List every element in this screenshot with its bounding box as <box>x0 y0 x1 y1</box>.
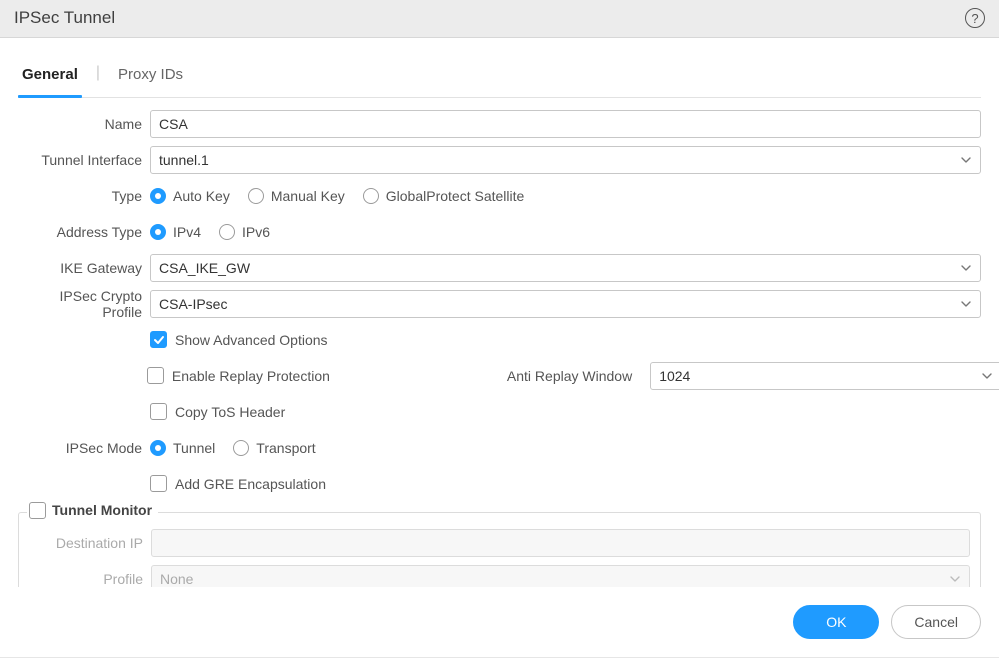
dialog-body: General | Proxy IDs Name CSA Tunnel Inte… <box>0 38 999 587</box>
tab-separator: | <box>96 64 100 88</box>
address-type-ipv6-label: IPv6 <box>242 224 270 240</box>
show-advanced-checkbox[interactable]: Show Advanced Options <box>150 331 328 348</box>
checkbox-box-icon <box>150 475 167 492</box>
ike-gateway-select[interactable]: CSA_IKE_GW <box>150 254 981 282</box>
copy-tos-header-label: Copy ToS Header <box>175 404 285 420</box>
chevron-down-icon <box>960 262 972 274</box>
tunnel-interface-label: Tunnel Interface <box>18 152 150 168</box>
address-type-ipv4-label: IPv4 <box>173 224 201 240</box>
name-label: Name <box>18 116 150 132</box>
enable-replay-protection-checkbox[interactable]: Enable Replay Protection <box>147 367 330 384</box>
ike-gateway-label: IKE Gateway <box>18 260 150 276</box>
ipsec-crypto-profile-label: IPSec Crypto Profile <box>18 288 150 320</box>
tunnel-monitor-fieldset: Tunnel Monitor Destination IP Profile No… <box>18 512 981 587</box>
destination-ip-label: Destination IP <box>19 535 151 551</box>
show-advanced-label: Show Advanced Options <box>175 332 328 348</box>
type-manual-key-radio[interactable]: Manual Key <box>248 188 345 204</box>
radio-dot-icon <box>150 224 166 240</box>
cancel-button[interactable]: Cancel <box>891 605 981 639</box>
chevron-down-icon <box>960 154 972 166</box>
radio-dot-icon <box>363 188 379 204</box>
ike-gateway-value: CSA_IKE_GW <box>159 260 250 276</box>
profile-value: None <box>160 571 193 587</box>
ok-button[interactable]: OK <box>793 605 879 639</box>
address-type-ipv4-radio[interactable]: IPv4 <box>150 224 201 240</box>
copy-tos-header-checkbox[interactable]: Copy ToS Header <box>150 403 285 420</box>
chevron-down-icon <box>960 298 972 310</box>
ipsec-mode-transport-radio[interactable]: Transport <box>233 440 315 456</box>
profile-select: None <box>151 565 970 587</box>
tunnel-interface-value: tunnel.1 <box>159 152 209 168</box>
ipsec-mode-tunnel-radio[interactable]: Tunnel <box>150 440 215 456</box>
checkbox-box-icon <box>150 403 167 420</box>
radio-dot-icon <box>219 224 235 240</box>
dialog-title: IPSec Tunnel <box>14 8 115 28</box>
enable-replay-protection-label: Enable Replay Protection <box>172 368 330 384</box>
ipsec-crypto-profile-select[interactable]: CSA-IPsec <box>150 290 981 318</box>
ipsec-crypto-profile-value: CSA-IPsec <box>159 296 227 312</box>
checkbox-box-icon <box>150 331 167 348</box>
type-gp-satellite-label: GlobalProtect Satellite <box>386 188 525 204</box>
address-type-ipv6-radio[interactable]: IPv6 <box>219 224 270 240</box>
name-input[interactable]: CSA <box>150 110 981 138</box>
type-label: Type <box>18 188 150 204</box>
tabs: General | Proxy IDs <box>18 56 981 98</box>
destination-ip-input <box>151 529 970 557</box>
ipsec-tunnel-dialog: IPSec Tunnel ? General | Proxy IDs Name … <box>0 0 999 658</box>
radio-dot-icon <box>248 188 264 204</box>
tunnel-monitor-label: Tunnel Monitor <box>52 502 152 518</box>
ipsec-mode-tunnel-label: Tunnel <box>173 440 215 456</box>
checkbox-box-icon <box>29 502 46 519</box>
name-value: CSA <box>159 116 188 132</box>
chevron-down-icon <box>981 370 993 382</box>
add-gre-encapsulation-checkbox[interactable]: Add GRE Encapsulation <box>150 475 326 492</box>
tab-proxy-ids[interactable]: Proxy IDs <box>114 56 187 97</box>
tunnel-monitor-checkbox[interactable]: Tunnel Monitor <box>27 502 158 519</box>
chevron-down-icon <box>949 573 961 585</box>
anti-replay-window-value: 1024 <box>659 368 690 384</box>
checkbox-box-icon <box>147 367 164 384</box>
ipsec-mode-label: IPSec Mode <box>18 440 150 456</box>
type-gp-satellite-radio[interactable]: GlobalProtect Satellite <box>363 188 525 204</box>
radio-dot-icon <box>150 440 166 456</box>
tab-general[interactable]: General <box>18 56 82 97</box>
dialog-footer: OK Cancel <box>0 587 999 657</box>
ipsec-mode-transport-label: Transport <box>256 440 315 456</box>
type-manual-key-label: Manual Key <box>271 188 345 204</box>
anti-replay-window-label: Anti Replay Window <box>507 368 640 384</box>
anti-replay-window-select[interactable]: 1024 <box>650 362 999 390</box>
address-type-label: Address Type <box>18 224 150 240</box>
add-gre-encapsulation-label: Add GRE Encapsulation <box>175 476 326 492</box>
type-auto-key-label: Auto Key <box>173 188 230 204</box>
tunnel-interface-select[interactable]: tunnel.1 <box>150 146 981 174</box>
titlebar: IPSec Tunnel ? <box>0 0 999 38</box>
help-icon[interactable]: ? <box>965 8 985 28</box>
type-auto-key-radio[interactable]: Auto Key <box>150 188 230 204</box>
general-form: Name CSA Tunnel Interface tunnel.1 <box>18 108 981 587</box>
radio-dot-icon <box>150 188 166 204</box>
radio-dot-icon <box>233 440 249 456</box>
profile-label: Profile <box>19 571 151 587</box>
